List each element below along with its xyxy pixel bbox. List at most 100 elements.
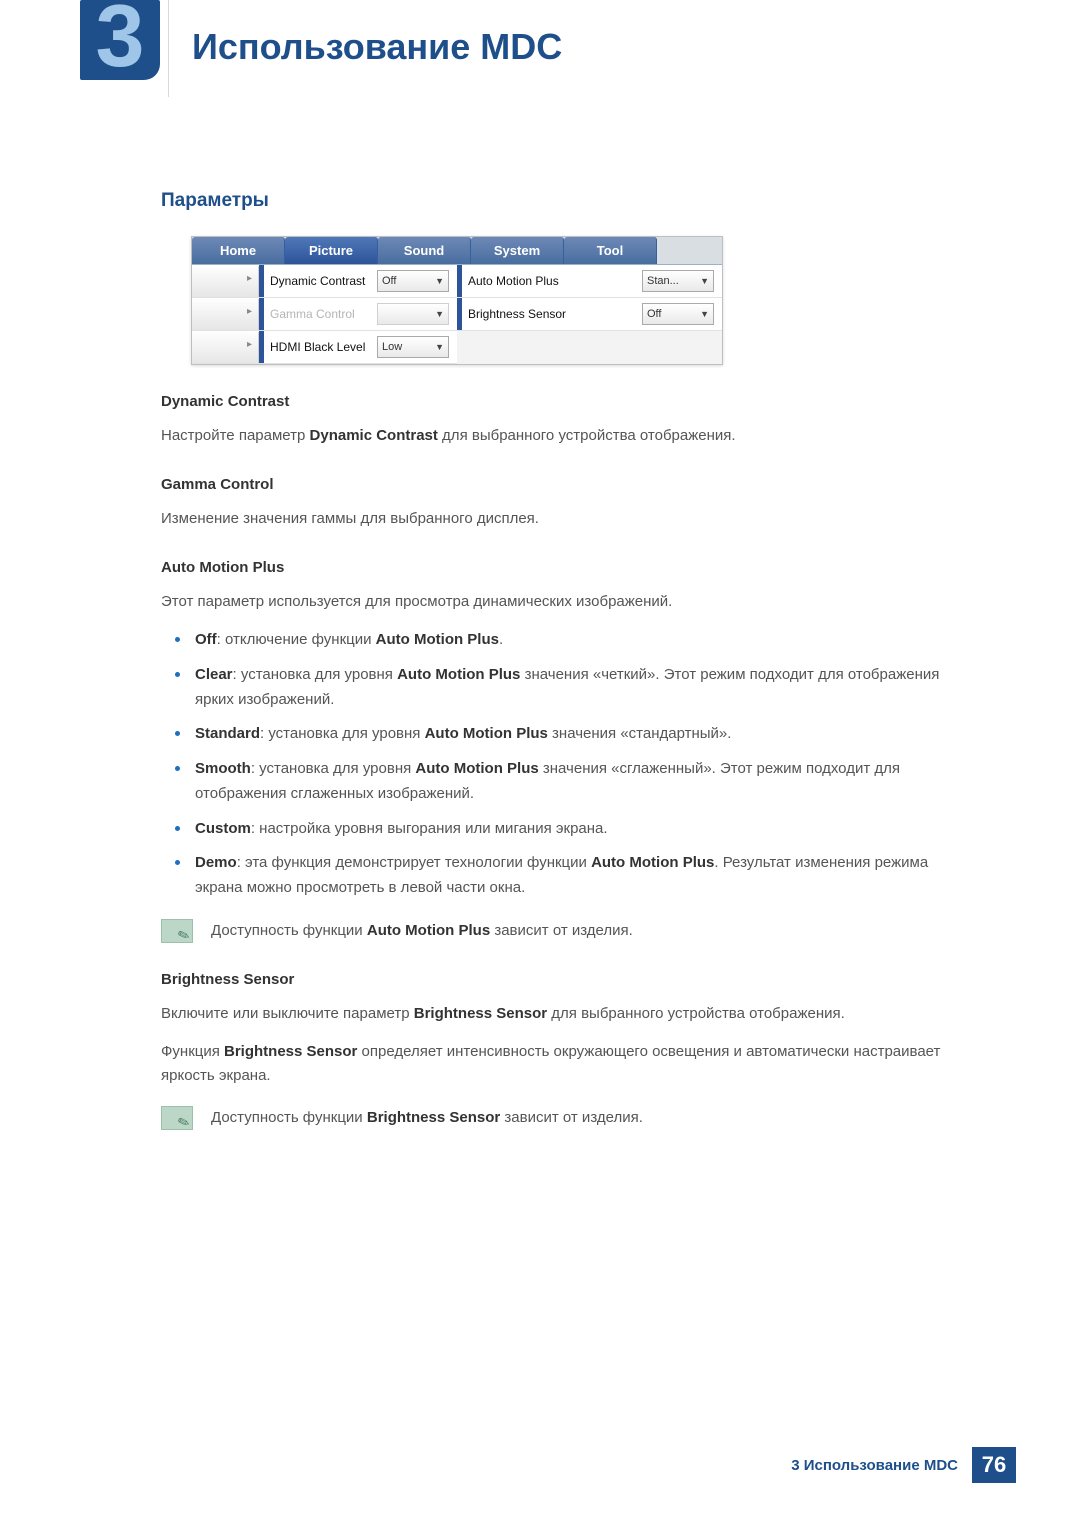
select-value: Stan... (647, 275, 679, 287)
footer-label: 3 Использование MDC (791, 1457, 958, 1474)
select-value: Off (647, 308, 661, 320)
screenshot-left-column: Dynamic ContrastOff▼Gamma Control▼HDMI B… (192, 265, 457, 364)
row-expand-handle[interactable] (192, 299, 259, 330)
tab-sound[interactable]: Sound (378, 237, 471, 264)
text-fragment: для выбранного устройства отображения. (547, 1005, 845, 1022)
text-fragment: : установка для уровня (251, 760, 416, 777)
text-fragment: для выбранного устройства отображения. (438, 427, 736, 444)
page-footer: 3 Использование MDC 76 (791, 1447, 1016, 1483)
row-accent-bar (457, 298, 462, 330)
chevron-down-icon: ▼ (435, 309, 444, 319)
text-fragment: зависит от изделия. (500, 1109, 643, 1126)
screenshot-right-column: Auto Motion PlusStan...▼Brightness Senso… (457, 265, 722, 364)
empty-row (457, 331, 722, 363)
list-item-bold: Demo (195, 854, 237, 871)
list-item-bold: Standard (195, 725, 260, 742)
text-fragment: Доступность функции (211, 1109, 367, 1126)
row-accent-bar (457, 265, 462, 297)
page: 3 Использование MDC Параметры Home Pictu… (0, 0, 1080, 1527)
footer-page-number: 76 (972, 1447, 1016, 1483)
row-expand-handle[interactable] (192, 266, 259, 297)
row-accent-bar (259, 298, 264, 330)
text-bold: Brightness Sensor (224, 1043, 357, 1060)
text-bold: Brightness Sensor (414, 1005, 547, 1022)
screenshot-tabs: Home Picture Sound System Tool (192, 237, 722, 265)
tab-home[interactable]: Home (192, 237, 285, 264)
list-item: Off: отключение функции Auto Motion Plus… (161, 628, 961, 653)
list-item-bold: Off (195, 631, 217, 648)
row-accent-bar (259, 265, 264, 297)
section-heading: Параметры (161, 190, 961, 212)
list-item: Custom: настройка уровня выгорания или м… (161, 817, 961, 842)
chevron-down-icon: ▼ (435, 342, 444, 352)
heading-gamma-control: Gamma Control (161, 476, 961, 493)
text-fragment: : отключение функции (217, 631, 376, 648)
text-fragment: Настройте параметр (161, 427, 310, 444)
option-row: Brightness Sensor Off ▼ (457, 298, 722, 331)
list-item: Smooth: установка для уровня Auto Motion… (161, 757, 961, 807)
row-expand-handle[interactable] (192, 332, 259, 363)
mdc-options-screenshot: Home Picture Sound System Tool Dynamic C… (191, 236, 723, 365)
text-fragment: : настройка уровня выгорания или мигания… (251, 820, 608, 837)
content: Параметры Home Picture Sound System Tool… (161, 190, 961, 1130)
option-label: HDMI Black Level (270, 340, 377, 354)
text-gamma-control: Изменение значения гаммы для выбранного … (161, 507, 961, 531)
row-accent-bar (259, 331, 264, 363)
list-item: Demo: эта функция демонстрирует технолог… (161, 851, 961, 901)
note-brightness-sensor: Доступность функции Brightness Sensor за… (161, 1106, 961, 1130)
text-fragment: . (499, 631, 503, 648)
option-select[interactable]: Low ▼ (377, 336, 449, 358)
tab-system[interactable]: System (471, 237, 564, 264)
option-select[interactable]: Stan...▼ (642, 270, 714, 292)
list-item-bold: Auto Motion Plus (397, 666, 520, 683)
text-fragment: значения «стандартный». (548, 725, 732, 742)
header-divider (168, 0, 169, 97)
option-row: HDMI Black Level Low ▼ (192, 331, 457, 364)
chevron-down-icon: ▼ (700, 309, 709, 319)
screenshot-body: Dynamic ContrastOff▼Gamma Control▼HDMI B… (192, 265, 722, 364)
text-brightness-sensor-p1: Включите или выключите параметр Brightne… (161, 1002, 961, 1026)
option-select: ▼ (377, 303, 449, 325)
list-item-bold: Auto Motion Plus (376, 631, 499, 648)
option-select[interactable]: Off ▼ (377, 270, 449, 292)
text-fragment: : эта функция демонстрирует технологии ф… (237, 854, 591, 871)
list-item-bold: Smooth (195, 760, 251, 777)
list-item: Clear: установка для уровня Auto Motion … (161, 663, 961, 713)
option-select[interactable]: Off ▼ (642, 303, 714, 325)
chapter-badge: 3 (80, 0, 160, 97)
option-row: Auto Motion PlusStan...▼ (457, 265, 722, 298)
list-item: Standard: установка для уровня Auto Moti… (161, 722, 961, 747)
chevron-down-icon: ▼ (435, 276, 444, 286)
option-label: Brightness Sensor (468, 307, 642, 321)
note-icon (161, 1106, 193, 1130)
text-fragment: : установка для уровня (233, 666, 398, 683)
list-item-bold: Clear (195, 666, 233, 683)
text-fragment: зависит от изделия. (490, 922, 633, 939)
chapter-title: Использование MDC (192, 26, 562, 68)
list-item-bold: Auto Motion Plus (591, 854, 714, 871)
option-label: Auto Motion Plus (468, 274, 642, 288)
option-row: Dynamic Contrast Off ▼ (192, 265, 457, 298)
text-dynamic-contrast: Настройте параметр Dynamic Contrast для … (161, 424, 961, 448)
list-item-bold: Custom (195, 820, 251, 837)
text-fragment: Включите или выключите параметр (161, 1005, 414, 1022)
option-row: Gamma Control ▼ (192, 298, 457, 331)
list-item-bold: Auto Motion Plus (415, 760, 538, 777)
text-fragment: Функция (161, 1043, 224, 1060)
text-brightness-sensor-p2: Функция Brightness Sensor определяет инт… (161, 1040, 961, 1088)
select-value: Low (382, 341, 402, 353)
note-icon (161, 919, 193, 943)
note-auto-motion-plus: Доступность функции Auto Motion Plus зав… (161, 919, 961, 943)
tab-tool[interactable]: Tool (564, 237, 657, 264)
tab-picture[interactable]: Picture (285, 237, 378, 264)
auto-motion-plus-list: Off: отключение функции Auto Motion Plus… (161, 628, 961, 901)
heading-dynamic-contrast: Dynamic Contrast (161, 393, 961, 410)
chapter-number: 3 (80, 0, 160, 80)
select-value: Off (382, 275, 396, 287)
list-item-bold: Auto Motion Plus (425, 725, 548, 742)
option-label: Gamma Control (270, 307, 377, 321)
heading-brightness-sensor: Brightness Sensor (161, 971, 961, 988)
option-label: Dynamic Contrast (270, 274, 377, 288)
note-text: Доступность функции Brightness Sensor за… (211, 1106, 643, 1130)
heading-auto-motion-plus: Auto Motion Plus (161, 559, 961, 576)
